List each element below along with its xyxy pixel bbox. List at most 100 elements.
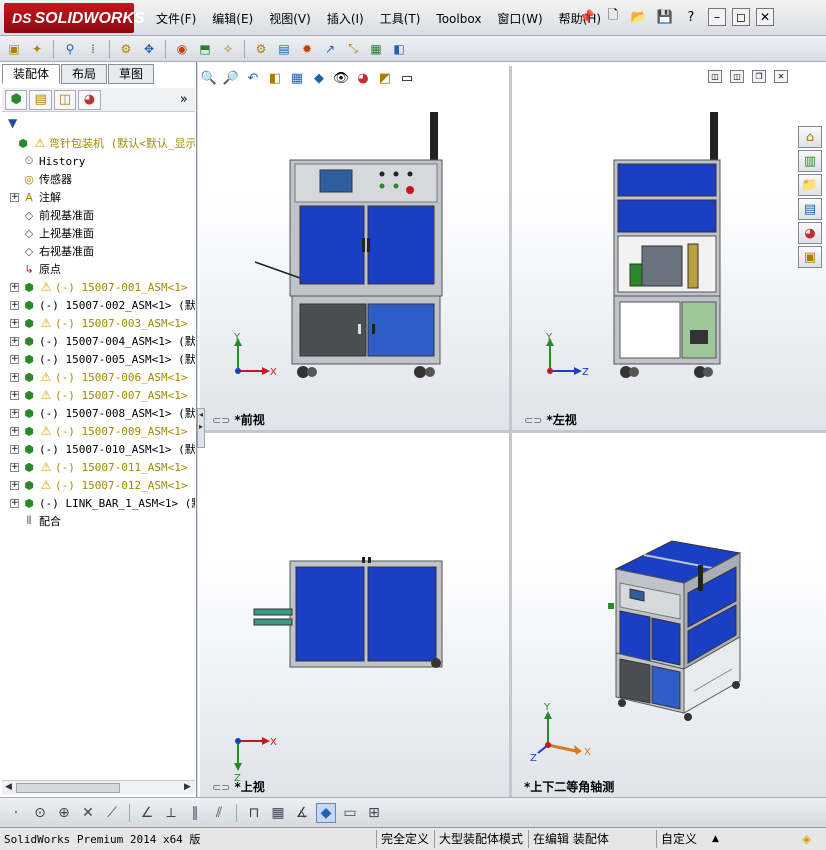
tree-item[interactable]: + ⬢ ⚠(-) 15007-011_ASM<1> (默 bbox=[2, 458, 195, 476]
display-style-icon[interactable]: ◆ bbox=[310, 69, 328, 87]
tangent-icon[interactable]: ⟋ bbox=[102, 803, 122, 823]
horizontal-vertical-icon[interactable]: ⫽ bbox=[209, 803, 229, 823]
hide-show-items-icon[interactable]: 👁 bbox=[332, 69, 350, 87]
solidworks-resources-icon[interactable]: ⌂ bbox=[798, 126, 822, 148]
expand-icon[interactable]: + bbox=[10, 192, 19, 202]
menu-file[interactable]: 文件(F) bbox=[148, 9, 204, 29]
link-views-icon[interactable]: ⊂⊃ bbox=[524, 414, 542, 427]
expand-icon[interactable]: + bbox=[10, 498, 19, 508]
menu-edit[interactable]: 编辑(E) bbox=[204, 9, 261, 29]
link-views-icon[interactable]: ⊂⊃ bbox=[212, 781, 230, 794]
menu-view[interactable]: 视图(V) bbox=[261, 9, 319, 29]
viewport-horizontal-splitter[interactable] bbox=[200, 430, 826, 433]
viewport-left[interactable]: Y Z ⊂⊃ *左视 bbox=[512, 66, 826, 430]
viewport-top[interactable]: Z X ⊂⊃ *上视 bbox=[200, 433, 509, 797]
expand-icon[interactable]: + bbox=[10, 354, 19, 364]
units-caret-icon[interactable]: ▲ bbox=[708, 830, 723, 848]
expand-arrows-icon[interactable]: » bbox=[173, 90, 195, 110]
viewport-front[interactable]: Y X ⊂⊃ *前视 bbox=[200, 66, 509, 430]
tree-item[interactable]: + ⬢ ⚠(-) 15007-007_ASM<1> (默 bbox=[2, 386, 195, 404]
expand-icon[interactable]: + bbox=[10, 336, 19, 346]
close-view-icon[interactable]: ✕ bbox=[774, 70, 788, 83]
linear-pattern-icon[interactable]: ⁞ bbox=[83, 39, 103, 59]
filter-icon[interactable]: ▼ bbox=[8, 116, 17, 130]
viewport-isometric[interactable]: Y X Z *上下二等角轴测 bbox=[512, 433, 826, 797]
view-palette-icon[interactable]: ▤ bbox=[798, 198, 822, 220]
menu-tools[interactable]: 工具(T) bbox=[372, 9, 429, 29]
tree-item[interactable]: ⏲ History bbox=[2, 152, 195, 170]
tree-item[interactable]: ◇ 前视基准面 bbox=[2, 206, 195, 224]
point-icon[interactable]: · bbox=[6, 803, 26, 823]
scrollbar-thumb[interactable] bbox=[16, 783, 120, 793]
tree-item[interactable]: + ⬢ (-) LINK_BAR_1_ASM<1> (默认 bbox=[2, 494, 195, 512]
custom-properties-icon[interactable]: ▣ bbox=[798, 246, 822, 268]
smart-fasteners-icon[interactable]: ⚙ bbox=[116, 39, 136, 59]
save-icon[interactable]: 💾 bbox=[654, 6, 676, 28]
tree-item[interactable]: + ⬢ ⚠(-) 15007-012_ASM<1> (默 bbox=[2, 476, 195, 494]
tree-item[interactable]: + ⬢ ⚠(-) 15007-006_ASM<1> (默 bbox=[2, 368, 195, 386]
reference-geometry-icon[interactable]: ✧ bbox=[218, 39, 238, 59]
dimension-icon[interactable]: ⊓ bbox=[244, 803, 264, 823]
new-document-icon[interactable]: 🗋 bbox=[602, 6, 624, 28]
panel-splitter[interactable]: ◂ ▸ bbox=[197, 408, 205, 448]
zoom-to-fit-icon[interactable]: 🔍 bbox=[200, 69, 218, 87]
configuration-manager-icon[interactable]: ◫ bbox=[53, 89, 77, 110]
line-angle-icon[interactable]: ∠ bbox=[137, 803, 157, 823]
feature-manager-icon[interactable]: ⬢ bbox=[5, 89, 28, 110]
expand-icon[interactable]: + bbox=[10, 462, 19, 472]
clearance-verification-icon[interactable]: ▦ bbox=[366, 39, 386, 59]
expand-icon[interactable]: + bbox=[10, 444, 19, 454]
expand-icon[interactable]: + bbox=[10, 300, 19, 310]
snap-icon[interactable]: ⊕ bbox=[54, 803, 74, 823]
link-views-icon[interactable]: ⊂⊃ bbox=[212, 414, 230, 427]
appearances-icon[interactable]: ◕ bbox=[798, 222, 822, 244]
menu-toolbox[interactable]: Toolbox bbox=[428, 9, 489, 29]
tree-item[interactable]: ⫴ 配合 bbox=[2, 512, 195, 530]
new-motion-study-icon[interactable]: ⚙ bbox=[251, 39, 271, 59]
restore-button[interactable]: ◻ bbox=[732, 8, 750, 26]
tab-sketch[interactable]: 草图 bbox=[108, 64, 155, 84]
bill-of-materials-icon[interactable]: ▤ bbox=[274, 39, 294, 59]
tree-item[interactable]: + ⬢ ⚠(-) 15007-009_ASM<1> (默 bbox=[2, 422, 195, 440]
intersection-icon[interactable]: ✕ bbox=[78, 803, 98, 823]
move-component-icon[interactable]: ✥ bbox=[139, 39, 159, 59]
tree-item[interactable]: + ⬢ (-) 15007-010_ASM<1> (默认 bbox=[2, 440, 195, 458]
grid-icon[interactable]: ▦ bbox=[268, 803, 288, 823]
scroll-right-icon[interactable]: ▶ bbox=[184, 782, 191, 792]
assembly-features-icon[interactable]: ⬒ bbox=[195, 39, 215, 59]
circle-center-icon[interactable]: ⊙ bbox=[30, 803, 50, 823]
design-library-icon[interactable]: ▥ bbox=[798, 150, 822, 172]
expand-icon[interactable]: + bbox=[10, 372, 19, 382]
expand-icon[interactable]: + bbox=[10, 390, 19, 400]
tab-layout[interactable]: 布局 bbox=[61, 64, 108, 84]
explode-line-sketch-icon[interactable]: ↗ bbox=[320, 39, 340, 59]
expand-icon[interactable]: + bbox=[10, 318, 19, 328]
edit-appearance-icon[interactable]: ◕ bbox=[354, 69, 372, 87]
single-view-icon[interactable]: ◫ bbox=[708, 70, 722, 83]
previous-view-icon[interactable]: ↶ bbox=[244, 69, 262, 87]
parallel-icon[interactable]: ∥ bbox=[185, 803, 205, 823]
restore-view-icon[interactable]: ❐ bbox=[752, 70, 766, 83]
tree-item[interactable]: ↳ 原点 bbox=[2, 260, 195, 278]
tree-item[interactable]: + ⬢ (-) 15007-005_ASM<1> (默认 bbox=[2, 350, 195, 368]
menu-window[interactable]: 窗口(W) bbox=[489, 9, 550, 29]
expand-icon[interactable]: + bbox=[10, 282, 19, 292]
show-hidden-icon[interactable]: ◉ bbox=[172, 39, 192, 59]
expand-icon[interactable]: + bbox=[10, 408, 19, 418]
file-explorer-icon[interactable]: 📁 bbox=[798, 174, 822, 196]
tree-item[interactable]: + ⬢ (-) 15007-008_ASM<1> (默认 bbox=[2, 404, 195, 422]
tree-item[interactable]: + A 注解 bbox=[2, 188, 195, 206]
property-manager-icon[interactable]: ▤ bbox=[29, 89, 52, 110]
expand-icon[interactable]: + bbox=[10, 426, 19, 436]
help-icon[interactable]: ? bbox=[680, 6, 702, 28]
view-orientation-icon[interactable]: ▦ bbox=[288, 69, 306, 87]
zoom-to-area-icon[interactable]: 🔎 bbox=[222, 69, 240, 87]
view-settings-icon[interactable]: ▭ bbox=[398, 69, 416, 87]
expand-icon[interactable]: + bbox=[10, 480, 19, 490]
menu-insert[interactable]: 插入(I) bbox=[319, 9, 372, 29]
tab-assembly[interactable]: 装配体 bbox=[2, 64, 61, 84]
angle-icon[interactable]: ∡ bbox=[292, 803, 312, 823]
tree-item[interactable]: + ⬢ (-) 15007-002_ASM<1> (默认 bbox=[2, 296, 195, 314]
interference-detection-icon[interactable]: ⤡ bbox=[343, 39, 363, 59]
tree-item[interactable]: ◇ 右视基准面 bbox=[2, 242, 195, 260]
